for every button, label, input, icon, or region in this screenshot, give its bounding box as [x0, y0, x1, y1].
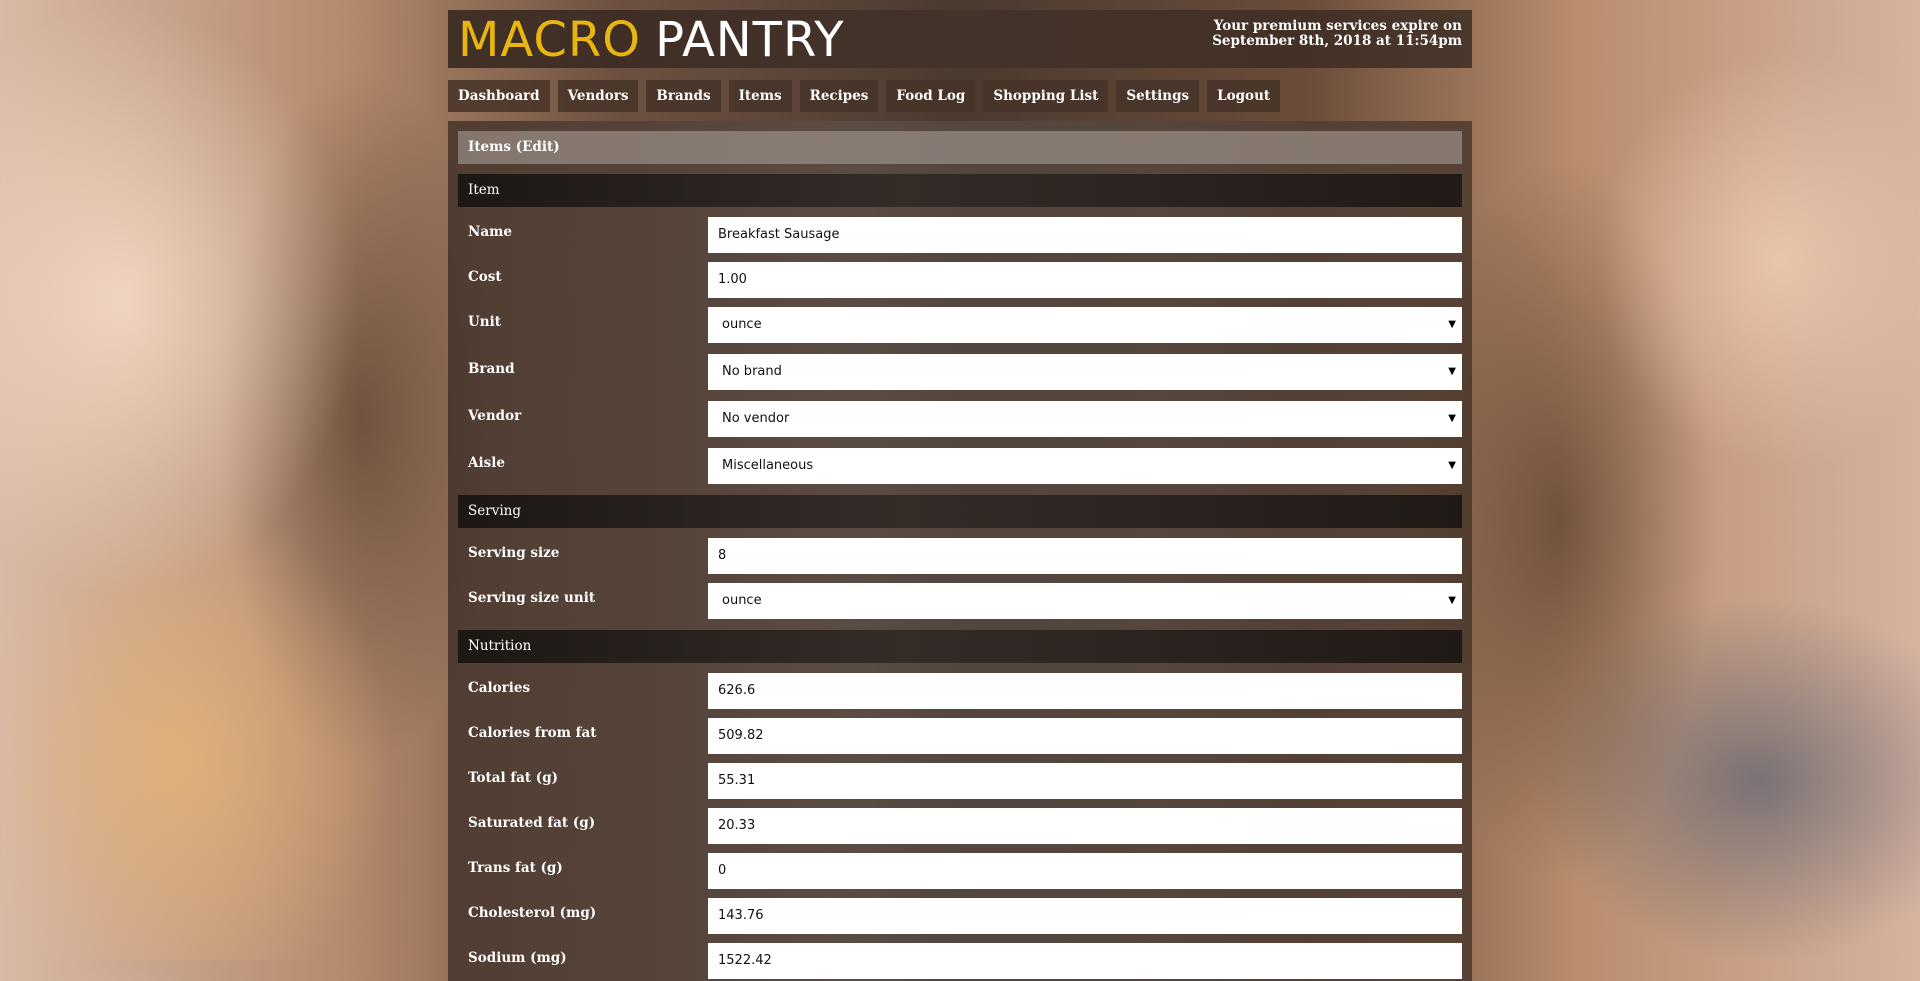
site-header: MACRO PANTRY Your premium services expir… [448, 10, 1472, 68]
trans-fat-label: Trans fat (g) [468, 860, 563, 876]
expiry-line-1: Your premium services expire on [1213, 18, 1462, 34]
row-serving-size-unit: Serving size unit ounce ▼ [458, 583, 1462, 619]
row-total-fat: Total fat (g) 55.31 [458, 763, 1462, 799]
row-trans-fat: Trans fat (g) 0 [458, 853, 1462, 889]
calories-input[interactable]: 626.6 [708, 673, 1462, 709]
row-cost: Cost 1.00 [458, 262, 1462, 298]
row-saturated-fat: Saturated fat (g) 20.33 [458, 808, 1462, 844]
row-vendor: Vendor No vendor ▼ [458, 401, 1462, 437]
serving-size-input[interactable]: 8 [708, 538, 1462, 574]
premium-expiry-notice: Your premium services expire on Septembe… [1212, 19, 1462, 49]
saturated-fat-input[interactable]: 20.33 [708, 808, 1462, 844]
vendor-select-value: No vendor [722, 411, 790, 426]
section-serving-header: Serving [458, 495, 1462, 528]
unit-select-value: ounce [722, 317, 762, 332]
row-brand: Brand No brand ▼ [458, 354, 1462, 390]
cholesterol-label: Cholesterol (mg) [468, 905, 597, 921]
edit-panel: Items (Edit) Item Name Breakfast Sausage… [448, 121, 1472, 981]
nav-brands[interactable]: Brands [646, 80, 721, 112]
nav-logout[interactable]: Logout [1207, 80, 1281, 112]
serving-size-label: Serving size [468, 545, 560, 561]
row-sodium: Sodium (mg) 1522.42 [458, 943, 1462, 979]
calories-from-fat-label: Calories from fat [468, 725, 597, 741]
row-aisle: Aisle Miscellaneous ▼ [458, 448, 1462, 484]
nav-dashboard[interactable]: Dashboard [448, 80, 550, 112]
cholesterol-input[interactable]: 143.76 [708, 898, 1462, 934]
row-serving-size: Serving size 8 [458, 538, 1462, 574]
cost-label: Cost [468, 269, 502, 285]
serving-size-unit-value: ounce [722, 593, 762, 608]
vendor-select[interactable]: No vendor ▼ [708, 401, 1462, 437]
calories-label: Calories [468, 680, 531, 696]
nav-shopping-list[interactable]: Shopping List [983, 80, 1109, 112]
brand-select[interactable]: No brand ▼ [708, 354, 1462, 390]
total-fat-input[interactable]: 55.31 [708, 763, 1462, 799]
logo[interactable]: MACRO PANTRY [458, 14, 845, 66]
section-nutrition-header: Nutrition [458, 630, 1462, 663]
name-label: Name [468, 224, 512, 240]
row-calories: Calories 626.6 [458, 673, 1462, 709]
aisle-select-value: Miscellaneous [722, 458, 814, 473]
aisle-select[interactable]: Miscellaneous ▼ [708, 448, 1462, 484]
main-nav: Dashboard Vendors Brands Items Recipes F… [448, 80, 1281, 112]
serving-size-unit-select[interactable]: ounce ▼ [708, 583, 1462, 619]
sodium-label: Sodium (mg) [468, 950, 567, 966]
caret-down-icon: ▼ [1448, 595, 1456, 606]
caret-down-icon: ▼ [1448, 413, 1456, 424]
nav-food-log[interactable]: Food Log [886, 80, 976, 112]
nav-recipes[interactable]: Recipes [799, 80, 879, 112]
nav-vendors[interactable]: Vendors [557, 80, 639, 112]
cost-input[interactable]: 1.00 [708, 262, 1462, 298]
row-unit: Unit ounce ▼ [458, 307, 1462, 343]
aisle-label: Aisle [468, 455, 505, 471]
unit-label: Unit [468, 314, 501, 330]
nav-items[interactable]: Items [728, 80, 792, 112]
caret-down-icon: ▼ [1448, 366, 1456, 377]
serving-size-unit-label: Serving size unit [468, 590, 596, 606]
nav-settings[interactable]: Settings [1116, 80, 1200, 112]
sodium-input[interactable]: 1522.42 [708, 943, 1462, 979]
row-name: Name Breakfast Sausage [458, 217, 1462, 253]
vendor-label: Vendor [468, 408, 522, 424]
brand-select-value: No brand [722, 364, 782, 379]
name-input[interactable]: Breakfast Sausage [708, 217, 1462, 253]
logo-pantry: PANTRY [655, 12, 845, 68]
expiry-line-2: September 8th, 2018 at 11:54pm [1212, 33, 1462, 49]
caret-down-icon: ▼ [1448, 319, 1456, 330]
caret-down-icon: ▼ [1448, 460, 1456, 471]
row-cholesterol: Cholesterol (mg) 143.76 [458, 898, 1462, 934]
total-fat-label: Total fat (g) [468, 770, 559, 786]
logo-macro: MACRO [458, 12, 642, 68]
brand-label: Brand [468, 361, 515, 377]
row-calories-from-fat: Calories from fat 509.82 [458, 718, 1462, 754]
section-item-header: Item [458, 174, 1462, 207]
page-title: Items (Edit) [458, 131, 1462, 164]
calories-from-fat-input[interactable]: 509.82 [708, 718, 1462, 754]
unit-select[interactable]: ounce ▼ [708, 307, 1462, 343]
saturated-fat-label: Saturated fat (g) [468, 815, 596, 831]
trans-fat-input[interactable]: 0 [708, 853, 1462, 889]
